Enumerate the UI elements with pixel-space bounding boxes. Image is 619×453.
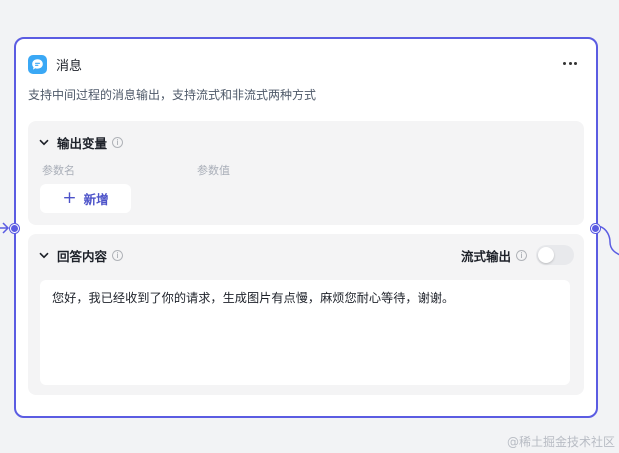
info-icon[interactable]: i: [112, 249, 124, 261]
node-title: 消息: [56, 58, 83, 74]
add-variable-button[interactable]: + 新增: [40, 184, 131, 213]
add-button-label: 新增: [83, 192, 109, 207]
info-icon[interactable]: i: [112, 136, 124, 148]
toggle-knob: [538, 247, 554, 263]
output-variables-section: 输出变量 i 参数名 参数值 + 新增: [28, 121, 584, 225]
output-section-title: 输出变量: [57, 135, 108, 151]
answer-section-title: 回答内容: [57, 248, 108, 264]
param-name-label: 参数名: [42, 164, 75, 177]
more-icon: [563, 61, 566, 65]
watermark: @稀土掘金技术社区: [506, 435, 615, 449]
message-icon: [28, 54, 47, 74]
output-section-header[interactable]: 输出变量 i: [38, 132, 124, 152]
answer-content-input[interactable]: 您好，我已经收到了你的请求，生成图片有点慢，麻烦您耐心等待，谢谢。: [40, 280, 570, 385]
info-icon[interactable]: i: [516, 249, 527, 261]
chevron-down-icon[interactable]: [38, 249, 50, 261]
param-value-label: 参数值: [197, 164, 230, 177]
stream-output-toggle[interactable]: [536, 245, 574, 265]
stream-output-control: 流式输出 i: [461, 245, 574, 265]
answer-content-section: 回答内容 i 流式输出 i 您好，我已经收到了你的请求，生成图片有点慢，麻烦您耐…: [28, 234, 584, 395]
more-button[interactable]: [560, 53, 580, 73]
output-port[interactable]: [591, 224, 600, 233]
plus-icon: +: [62, 188, 77, 208]
node-description: 支持中间过程的消息输出，支持流式和非流式两种方式: [28, 88, 317, 102]
stream-output-label: 流式输出: [460, 248, 511, 264]
input-port[interactable]: [10, 224, 19, 233]
answer-section-header[interactable]: 回答内容 i: [38, 245, 124, 265]
chevron-down-icon[interactable]: [38, 136, 50, 148]
message-node[interactable]: 消息 支持中间过程的消息输出，支持流式和非流式两种方式 输出变量 i 参数名 参…: [14, 37, 598, 418]
node-header: 消息: [28, 53, 82, 75]
outgoing-edge: [598, 226, 619, 256]
